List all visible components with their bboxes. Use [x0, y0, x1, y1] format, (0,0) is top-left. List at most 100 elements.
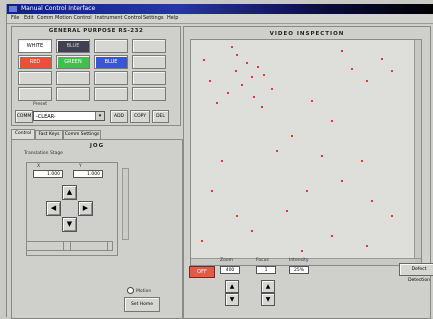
- preset-button[interactable]: [56, 71, 90, 85]
- defect-marker: [257, 66, 259, 68]
- x-position-field[interactable]: 1.000: [33, 170, 63, 178]
- defect-marker: [366, 80, 368, 82]
- color-button-green[interactable]: GREEN: [56, 55, 90, 69]
- jog-panel: JOG Translation Stage X Y 1.000 1.000 ▲ …: [11, 139, 183, 319]
- add-button[interactable]: ADD: [110, 110, 128, 123]
- defect-marker: [291, 135, 293, 137]
- vertical-scrollbar[interactable]: [414, 40, 421, 265]
- menu-comm[interactable]: Comm: [37, 14, 53, 23]
- focus-down-button[interactable]: ▼: [261, 293, 275, 306]
- zoom-label: Zoom: [220, 258, 233, 263]
- defect-marker: [246, 62, 248, 64]
- color-button-red[interactable]: RED: [18, 55, 52, 69]
- preset-button[interactable]: [132, 71, 166, 85]
- tab-fast-keys[interactable]: Fast Keys: [35, 130, 63, 139]
- menu-settings[interactable]: Settings: [143, 14, 164, 23]
- arrow-up-icon: ▲: [66, 188, 73, 196]
- menu-instrument-control[interactable]: Instrument Control: [95, 14, 142, 23]
- comm-button[interactable]: COMM: [15, 110, 33, 123]
- copy-button[interactable]: COPY: [130, 110, 150, 123]
- jog-step-bar-right[interactable]: [70, 241, 108, 251]
- motion-label: Motion: [136, 289, 152, 294]
- menu-motion-control[interactable]: Motion Control: [55, 14, 92, 23]
- preset-select[interactable]: -CLEAR- ▾: [33, 111, 105, 121]
- window-title: Manual Control Interface: [21, 5, 96, 12]
- x-label: X: [37, 164, 41, 169]
- defect-marker: [331, 235, 333, 237]
- preset-select-value: -CLEAR-: [36, 114, 56, 120]
- delete-button[interactable]: DEL: [152, 110, 169, 123]
- zoom-down-button[interactable]: ▼: [225, 293, 239, 306]
- defect-marker: [235, 70, 237, 72]
- tab-control[interactable]: Control: [11, 129, 35, 139]
- jog-right-button[interactable]: ▶: [78, 201, 93, 216]
- translation-stage-label: Translation Stage: [24, 151, 63, 156]
- defect-marker: [261, 106, 263, 108]
- jog-up-button[interactable]: ▲: [62, 185, 77, 200]
- arrow-left-icon: ◀: [50, 204, 57, 212]
- defect-marker: [341, 180, 343, 182]
- preset-button[interactable]: [132, 87, 166, 101]
- defect-marker: [221, 160, 223, 162]
- set-home-button[interactable]: Set Home: [124, 297, 160, 312]
- chevron-down-icon[interactable]: ▾: [95, 112, 104, 120]
- preset-label: Preset: [33, 102, 48, 107]
- preset-button[interactable]: [56, 87, 90, 101]
- jog-down-button[interactable]: ▼: [62, 217, 77, 232]
- jog-step-bar-left[interactable]: [26, 241, 64, 251]
- tab-comm-settings[interactable]: Comm Settings: [63, 130, 101, 139]
- defect-detection-button[interactable]: Defect Detection: [399, 263, 433, 283]
- app-window: Manual Control Interface File Edit Comm …: [6, 4, 433, 319]
- defect-marker: [391, 215, 393, 217]
- defect-marker: [361, 160, 363, 162]
- video-inspection-panel: VIDEO INSPECTION: [183, 26, 431, 319]
- arrow-down-icon: ▼: [229, 296, 235, 303]
- defect-marker: [231, 46, 233, 48]
- focus-up-button[interactable]: ▲: [261, 280, 275, 293]
- defect-marker: [236, 54, 238, 56]
- focus-field[interactable]: 1: [256, 266, 276, 274]
- z-slider[interactable]: [122, 168, 129, 240]
- defect-marker: [203, 59, 205, 61]
- preset-button[interactable]: [94, 39, 128, 53]
- defect-marker: [201, 240, 203, 242]
- color-button-blue[interactable]: BLUE: [94, 55, 128, 69]
- menu-bar: File Edit Comm Motion Control Instrument…: [7, 14, 433, 24]
- zoom-field[interactable]: 400: [220, 266, 240, 274]
- color-button-white[interactable]: WHITE: [18, 39, 52, 53]
- title-bar: Manual Control Interface: [7, 4, 433, 14]
- defect-marker: [371, 200, 373, 202]
- camera-off-button[interactable]: OFF: [189, 266, 215, 278]
- preset-button[interactable]: [94, 71, 128, 85]
- motion-option[interactable]: Motion: [127, 287, 151, 294]
- video-feed[interactable]: [190, 39, 422, 266]
- radio-icon: [127, 287, 134, 294]
- defect-marker: [341, 50, 343, 52]
- defect-marker: [321, 155, 323, 157]
- defect-marker: [251, 230, 253, 232]
- jog-left-button[interactable]: ◀: [46, 201, 61, 216]
- defect-marker: [351, 68, 353, 70]
- arrow-right-icon: ▶: [82, 204, 89, 212]
- menu-help[interactable]: Help: [167, 14, 178, 23]
- intensity-label: Intensity: [289, 258, 309, 263]
- intensity-field[interactable]: 25%: [289, 266, 309, 274]
- video-title: VIDEO INSPECTION: [269, 31, 345, 37]
- preset-button[interactable]: [18, 87, 52, 101]
- color-button-blue-dark[interactable]: BLUE: [56, 39, 90, 53]
- defect-marker: [276, 150, 278, 152]
- preset-button[interactable]: [94, 87, 128, 101]
- preset-button[interactable]: [132, 39, 166, 53]
- preset-button[interactable]: [132, 55, 166, 69]
- defect-marker: [286, 210, 288, 212]
- y-label: Y: [79, 164, 82, 169]
- zoom-up-button[interactable]: ▲: [225, 280, 239, 293]
- menu-file[interactable]: File: [11, 14, 19, 23]
- menu-edit[interactable]: Edit: [24, 14, 34, 23]
- y-position-field[interactable]: 1.000: [73, 170, 103, 178]
- arrow-up-icon: ▲: [265, 283, 271, 290]
- preset-button[interactable]: [18, 71, 52, 85]
- defect-marker: [301, 250, 303, 252]
- defect-marker: [271, 88, 273, 90]
- defect-marker: [253, 96, 255, 98]
